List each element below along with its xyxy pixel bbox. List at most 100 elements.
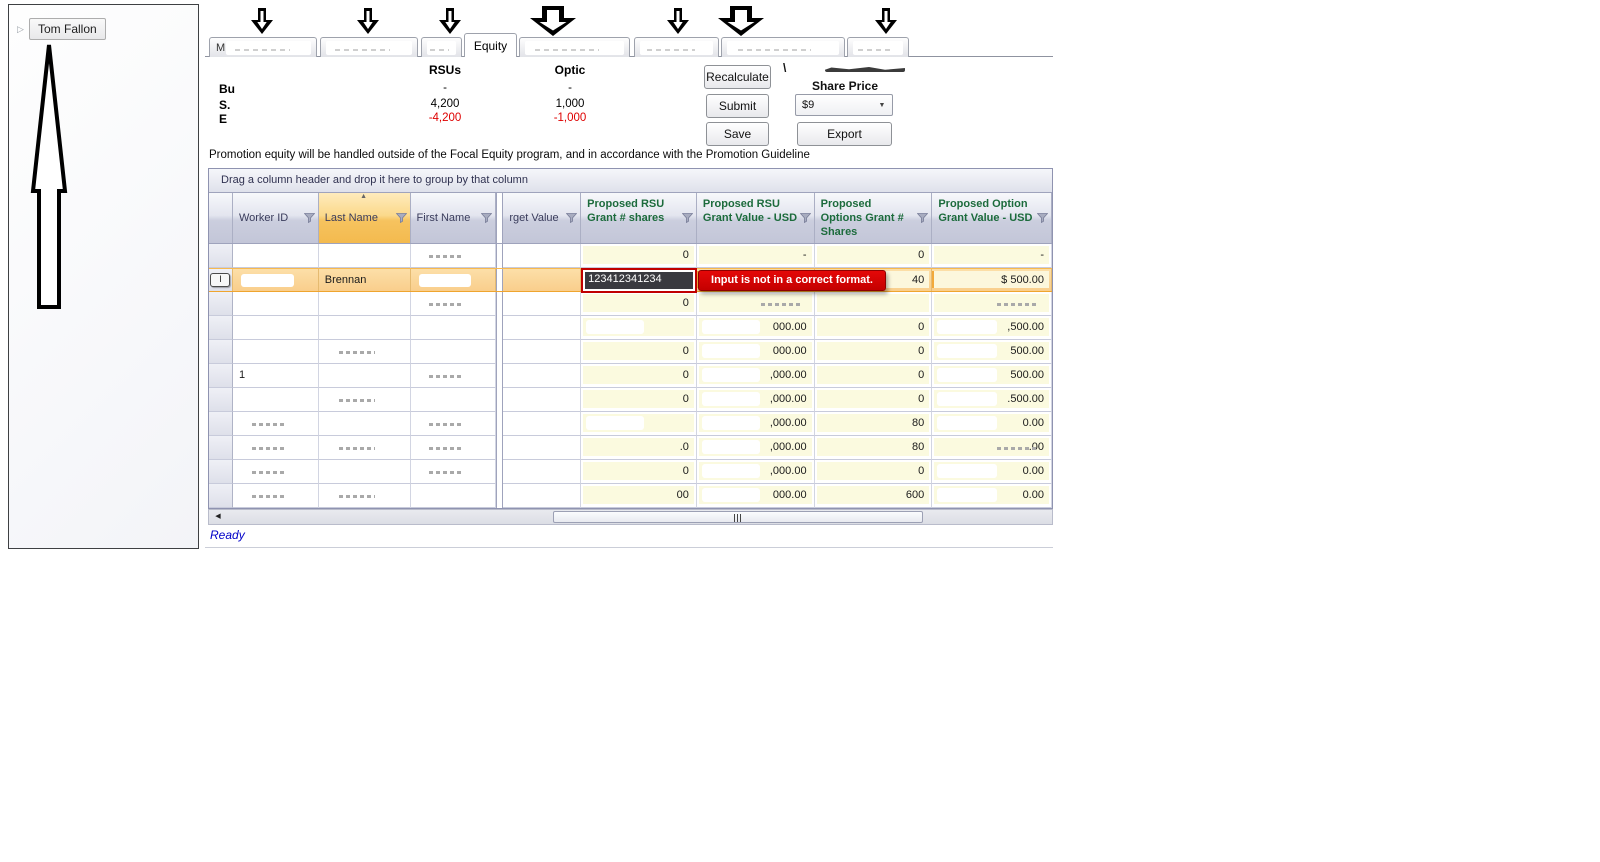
- filter-funnel-icon[interactable]: [799, 213, 811, 223]
- tab-redacted-7[interactable]: [847, 37, 909, 57]
- filter-funnel-icon[interactable]: [481, 213, 493, 223]
- table-row[interactable]: I Brennan 123412341234 40 $ 500.00 Input is n…: [209, 268, 1052, 293]
- cell-rsu-shares[interactable]: 0: [581, 460, 697, 484]
- editable-cell-value[interactable]: 0: [816, 366, 930, 384]
- table-row[interactable]: ,000.00 80 0.00: [209, 412, 1052, 436]
- cell-opt-shares[interactable]: 0: [814, 460, 933, 484]
- row-header-cell[interactable]: [209, 244, 233, 268]
- tab-redacted-1[interactable]: [320, 37, 418, 57]
- filter-funnel-icon[interactable]: [395, 213, 407, 223]
- cell-opt-value[interactable]: [932, 292, 1052, 316]
- cell-rsu-shares[interactable]: 0: [581, 244, 697, 268]
- cell-last[interactable]: [318, 388, 411, 412]
- editable-cell-value[interactable]: -: [934, 246, 1049, 264]
- cell-last[interactable]: [318, 436, 411, 460]
- cell-rsu-value[interactable]: ,000.00: [696, 388, 815, 412]
- tab-redacted-5[interactable]: [634, 37, 719, 57]
- cell-opt-shares[interactable]: 80: [814, 412, 933, 436]
- editable-cell-value[interactable]: 0: [583, 366, 694, 384]
- editable-cell-value[interactable]: 00: [583, 486, 694, 504]
- cell-opt-shares[interactable]: 0: [814, 244, 933, 268]
- cell-opt-shares[interactable]: 0: [814, 364, 933, 388]
- cell-opt-value[interactable]: $ 500.00: [932, 269, 1052, 291]
- row-header-cell[interactable]: [209, 340, 233, 364]
- tab-redacted-2[interactable]: [421, 37, 462, 57]
- cell-rsu-shares[interactable]: .0: [581, 436, 697, 460]
- cell-first[interactable]: [410, 364, 497, 388]
- editable-cell-value[interactable]: $ 500.00: [934, 271, 1049, 288]
- cell-worker[interactable]: [232, 460, 319, 484]
- cell-first[interactable]: [410, 460, 497, 484]
- cell-opt-value[interactable]: -: [932, 244, 1052, 268]
- cell-rsu-value[interactable]: -: [696, 244, 815, 268]
- cell-opt-value[interactable]: .00: [932, 436, 1052, 460]
- editable-cell-value[interactable]: [816, 294, 930, 312]
- cell-opt-shares[interactable]: 0: [814, 316, 933, 340]
- cell-first[interactable]: [410, 292, 497, 316]
- editable-cell-value[interactable]: 0: [816, 342, 930, 360]
- cell-worker[interactable]: [232, 484, 319, 508]
- row-header-cell[interactable]: [209, 316, 233, 340]
- cell-opt-value[interactable]: 500.00: [932, 364, 1052, 388]
- row-header-cell[interactable]: [209, 484, 233, 508]
- cell-first[interactable]: [411, 269, 497, 291]
- filter-funnel-icon[interactable]: [1037, 213, 1049, 223]
- editable-cell-value[interactable]: 0: [816, 318, 930, 336]
- cell-target[interactable]: [503, 460, 582, 484]
- row-header-cell[interactable]: [209, 412, 233, 436]
- cell-worker[interactable]: [232, 316, 319, 340]
- row-header-cell[interactable]: [209, 436, 233, 460]
- tab-redacted-4[interactable]: [519, 37, 630, 57]
- cell-last[interactable]: [318, 412, 411, 436]
- cell-target[interactable]: [503, 244, 582, 268]
- tree-node-tom-fallon[interactable]: Tom Fallon: [29, 18, 106, 40]
- cell-rsu-value[interactable]: [696, 292, 815, 316]
- editable-cell-value[interactable]: 0: [816, 462, 930, 480]
- cell-target[interactable]: [503, 388, 582, 412]
- save-button[interactable]: Save: [706, 122, 769, 146]
- cell-opt-shares[interactable]: 0: [814, 388, 933, 412]
- scroll-left-arrow-icon[interactable]: ◀: [210, 511, 226, 523]
- cell-rsu-value[interactable]: 000.00: [696, 340, 815, 364]
- column-header-proposed-rsu-grant-value-usd[interactable]: Proposed RSU Grant Value - USD: [696, 193, 815, 243]
- filter-funnel-icon[interactable]: [681, 213, 693, 223]
- cell-worker[interactable]: [232, 388, 319, 412]
- submit-button[interactable]: Submit: [706, 94, 769, 118]
- cell-opt-shares[interactable]: 600: [814, 484, 933, 508]
- cell-first[interactable]: [410, 340, 497, 364]
- table-row[interactable]: 00 000.00 600 0.00: [209, 484, 1052, 508]
- cell-worker[interactable]: [232, 244, 319, 268]
- cell-worker[interactable]: [233, 269, 319, 291]
- cell-target[interactable]: [503, 412, 582, 436]
- editable-cell-value[interactable]: 0: [816, 390, 930, 408]
- cell-target[interactable]: [503, 340, 582, 364]
- editable-cell-value[interactable]: 0: [583, 462, 694, 480]
- column-header-proposed-options-grant-shares[interactable]: Proposed Options Grant # Shares: [814, 193, 933, 243]
- column-header-proposed-option-grant-value-usd[interactable]: Proposed Option Grant Value - USD: [932, 193, 1053, 243]
- column-header-rget-value[interactable]: rget Value: [503, 193, 582, 243]
- recalculate-button[interactable]: Recalculate: [704, 65, 771, 89]
- table-row[interactable]: 0-0-: [209, 244, 1052, 268]
- cell-last[interactable]: [318, 364, 411, 388]
- filter-funnel-icon[interactable]: [917, 213, 929, 223]
- editable-cell-value[interactable]: 80: [816, 438, 930, 456]
- row-header-cell[interactable]: [209, 388, 233, 412]
- row-header-cell[interactable]: [209, 364, 233, 388]
- export-button[interactable]: Export: [797, 122, 892, 146]
- editable-cell-value[interactable]: 0: [583, 390, 694, 408]
- cell-opt-shares[interactable]: 80: [814, 436, 933, 460]
- cell-target[interactable]: [503, 292, 582, 316]
- group-by-drop-area[interactable]: Drag a column header and drop it here to…: [209, 169, 1052, 193]
- cell-rsu-shares[interactable]: 0: [581, 388, 697, 412]
- cell-worker[interactable]: [232, 412, 319, 436]
- cell-opt-value[interactable]: 0.00: [932, 484, 1052, 508]
- cell-rsu-value[interactable]: ,000.00: [696, 364, 815, 388]
- editable-cell-value[interactable]: 0: [583, 246, 694, 264]
- cell-first[interactable]: [410, 484, 497, 508]
- row-header-cell[interactable]: [209, 460, 233, 484]
- column-header-first-name[interactable]: First Name: [410, 193, 497, 243]
- horizontal-scrollbar[interactable]: ◀: [208, 509, 1053, 525]
- tab-redacted-0[interactable]: M: [209, 37, 317, 57]
- cell-opt-shares[interactable]: [814, 292, 933, 316]
- cell-rsu-shares[interactable]: 0: [581, 364, 697, 388]
